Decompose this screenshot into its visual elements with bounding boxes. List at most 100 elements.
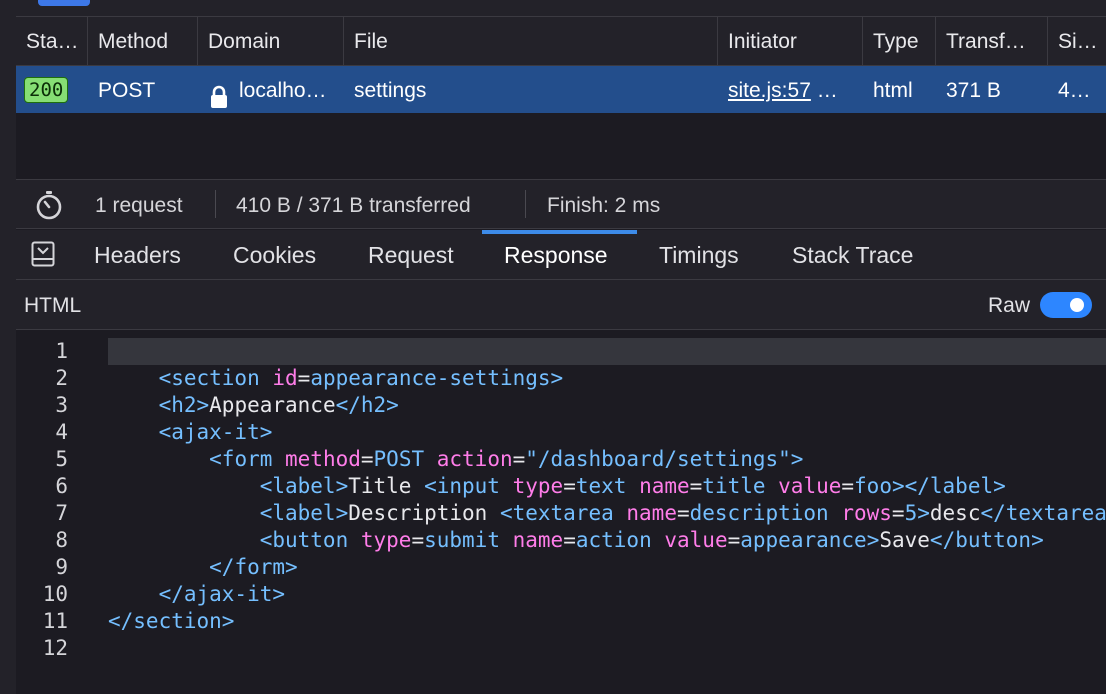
code-token-attr: value (664, 528, 728, 552)
tab-response[interactable]: Response (504, 230, 608, 279)
status-badge: 200 (24, 77, 69, 103)
request-initiator-cell: site.js:57 … (718, 66, 863, 113)
request-method: POST (98, 79, 156, 102)
code-token-text: = (563, 528, 576, 552)
code-token-text: = (563, 474, 576, 498)
code-token-text: = (676, 501, 690, 525)
code-token-tag: > (866, 528, 880, 552)
code-line: 6 <label>Title <input type=text name=tit… (16, 473, 1106, 500)
code-token-text: = (689, 474, 703, 498)
code-token-tag: <h2> (158, 393, 210, 417)
code-text: <label>Description <textarea name=descri… (108, 500, 1106, 527)
code-text: <button type=submit name=action value=ap… (108, 527, 1106, 554)
code-token-val: foo (854, 474, 892, 498)
line-number: 1 (55, 339, 68, 363)
request-status-cell: 200 (16, 66, 88, 113)
code-token-text: = (411, 528, 425, 552)
code-token-text: = (727, 528, 741, 552)
code-token-text: = (297, 366, 311, 390)
column-header-method[interactable]: Method (88, 17, 198, 65)
code-token-val: text (575, 474, 640, 498)
panel-toggle-icon[interactable] (31, 241, 55, 267)
response-format-label: HTML (24, 294, 82, 317)
code-text: <section id=appearance-settings> (108, 365, 1106, 392)
raw-toggle-knob (1070, 298, 1084, 312)
line-number: 4 (55, 420, 68, 444)
code-token-text: Appearance (209, 393, 336, 417)
code-line: 12 (16, 635, 1106, 662)
lock-icon (208, 78, 230, 108)
code-line: 10 </ajax-it> (16, 581, 1106, 608)
code-token-val: description (689, 501, 842, 525)
toolbar-strip (16, 0, 1106, 17)
request-file: settings (354, 79, 427, 102)
tab-stack-trace[interactable]: Stack Trace (792, 230, 913, 279)
line-number: 9 (55, 555, 68, 579)
code-token-tag: > (917, 501, 930, 525)
stopwatch-icon[interactable] (34, 190, 64, 220)
code-token-val: 5 (904, 501, 918, 525)
request-domain: localho… (239, 79, 327, 102)
request-domain-cell: localho… (198, 66, 344, 113)
line-number: 3 (55, 393, 68, 417)
column-header-file[interactable]: File (344, 17, 718, 65)
code-token-tag: </form> (209, 555, 298, 579)
code-token-attr: name (512, 528, 564, 552)
code-token-attr: method (285, 447, 361, 471)
initiator-link[interactable]: site.js:57 (728, 79, 811, 102)
column-header-domain[interactable]: Domain (198, 17, 344, 65)
response-code-view[interactable]: 12 <section id=appearance-settings> 3 <h2… (16, 330, 1106, 694)
code-text: </ajax-it> (108, 581, 1106, 608)
line-number: 11 (42, 609, 68, 633)
summary-finish: Finish: 2 ms (547, 194, 661, 217)
column-header-type[interactable]: Type (863, 17, 936, 65)
toolbar-tab-indicator[interactable] (38, 0, 90, 6)
column-header-transferred[interactable]: Transf… (936, 17, 1048, 65)
code-token-text: = (841, 474, 855, 498)
code-text: <h2>Appearance</h2> (108, 392, 1106, 419)
code-token-tag: <textarea (499, 501, 627, 525)
summary-transferred: 410 B / 371 B transferred (236, 194, 471, 217)
code-line: 9 </form> (16, 554, 1106, 581)
tab-request[interactable]: Request (368, 230, 454, 279)
code-token-text: desc (929, 501, 981, 525)
request-table-header: Sta… Method Domain File Initiator Type T… (16, 17, 1106, 66)
column-header-status[interactable]: Sta… (16, 17, 88, 65)
raw-toggle-label: Raw (988, 294, 1031, 317)
code-line: 3 <h2>Appearance</h2> (16, 392, 1106, 419)
initiator-more: … (810, 79, 838, 102)
code-token-attr: type (360, 528, 412, 552)
code-token-text: Title (348, 474, 425, 498)
code-token-tag: > (790, 447, 804, 471)
code-token-text: = (512, 447, 526, 471)
column-header-initiator[interactable]: Initiator (718, 17, 863, 65)
column-header-size[interactable]: Si… (1048, 17, 1106, 65)
tab-timings[interactable]: Timings (659, 230, 739, 279)
code-text: <ajax-it> (108, 419, 1106, 446)
code-token-tag: </h2> (335, 393, 399, 417)
request-transferred: 371 B (946, 79, 1001, 102)
code-line: 11 </section> (16, 608, 1106, 635)
code-token-attr: name (626, 501, 677, 525)
code-token-text: = (891, 501, 905, 525)
code-token-attr: id (272, 366, 298, 390)
code-line: 2 <section id=appearance-settings> (16, 365, 1106, 392)
summary-bar: 1 request 410 B / 371 B transferred Fini… (16, 179, 1106, 229)
request-type: html (873, 79, 913, 102)
summary-divider (215, 190, 216, 218)
code-text: <form method=POST action="/dashboard/set… (108, 446, 1106, 473)
code-text: </section> (108, 608, 1106, 635)
tab-cookies[interactable]: Cookies (233, 230, 316, 279)
tab-headers[interactable]: Headers (94, 230, 181, 279)
code-token-tag: <label> (259, 474, 349, 498)
raw-toggle[interactable] (1040, 292, 1092, 318)
request-row-selected[interactable]: 200 POST localho… settings site.js:57 … … (16, 66, 1106, 113)
line-number: 6 (55, 474, 68, 498)
